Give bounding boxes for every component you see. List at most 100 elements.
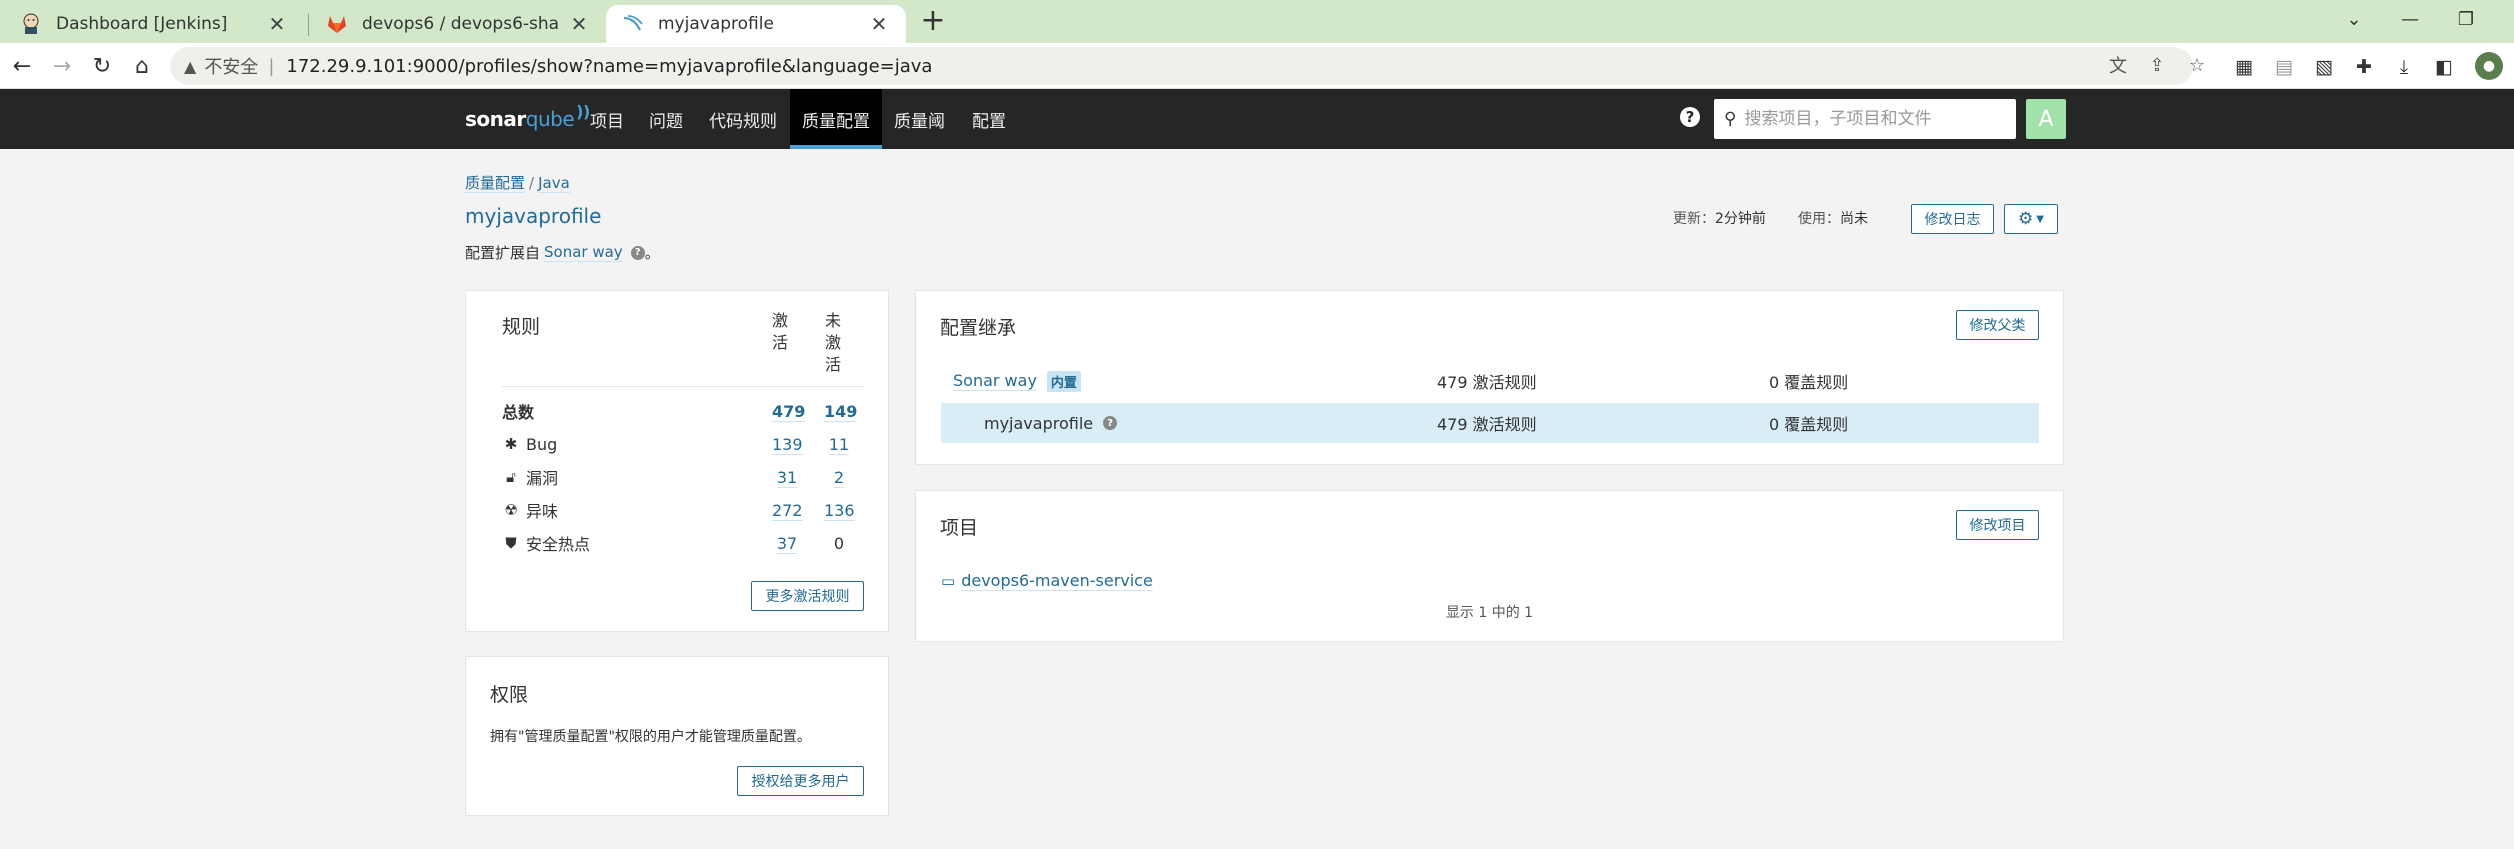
profile-avatar-icon[interactable]: ●	[2475, 52, 2503, 80]
sonarqube-navbar: sonar qube)) 项目 问题 代码规则 质量配置 质量阈 配置	[0, 89, 2514, 149]
vuln-active-link[interactable]: 31	[772, 467, 802, 488]
sidepanel-icon[interactable]: ◧	[2431, 54, 2457, 80]
help-icon[interactable]: ?	[630, 245, 645, 260]
sonar-way-link[interactable]: Sonar way	[953, 371, 1037, 391]
page-title: myjavaprofile	[465, 204, 602, 228]
new-tab-icon[interactable]: +	[916, 6, 950, 40]
inheritance-row-current: myjavaprofile ? 479 激活规则 0 覆盖规则	[941, 403, 2039, 443]
forward-icon[interactable]: →	[46, 50, 78, 82]
builtin-badge: 内置	[1046, 370, 1081, 392]
extension-calendar-icon[interactable]: ▦	[2231, 54, 2257, 80]
hotspot-inactive-value: 0	[833, 533, 845, 553]
close-icon[interactable]: ✕	[266, 12, 288, 36]
bug-inactive-link[interactable]: 11	[824, 434, 854, 455]
extension-badge-icon[interactable]: ▧	[2311, 54, 2337, 80]
grant-permissions-button[interactable]: 授权给更多用户	[737, 766, 864, 796]
smell-inactive-link[interactable]: 136	[824, 500, 855, 521]
browser-tab-gitlab[interactable]: devops6 / devops6-shared-lib ✕	[310, 5, 606, 43]
projects-title: 项目	[940, 517, 979, 539]
rules-title: 规则	[502, 316, 541, 338]
nav-issues[interactable]: 问题	[637, 89, 695, 149]
nav-rules[interactable]: 代码规则	[697, 89, 789, 149]
rules-row-hotspot: ⛊ 安全热点 37 0	[502, 528, 864, 558]
jenkins-icon	[20, 13, 42, 35]
shield-icon: ⛊	[505, 534, 517, 552]
gear-icon: ⚙	[2018, 209, 2034, 229]
address-bar[interactable]: ▲ 不安全 | 172.29.9.101:9000/profiles/show?…	[170, 47, 2193, 85]
insecure-label: 不安全	[204, 57, 259, 78]
activate-more-button[interactable]: 更多激活规则	[751, 581, 864, 611]
bug-active-link[interactable]: 139	[772, 434, 803, 455]
permissions-description: 拥有"管理质量配置"权限的用户才能管理质量配置。	[490, 729, 811, 745]
translate-icon[interactable]: 文	[2104, 51, 2132, 79]
divider: |	[268, 55, 275, 77]
tab-search-icon[interactable]: ⌄	[2326, 0, 2382, 38]
profile-actions-button[interactable]: ⚙ ▼	[2004, 204, 2058, 234]
hotspot-active-link[interactable]: 37	[772, 533, 802, 554]
gitlab-icon	[326, 13, 348, 35]
restore-icon[interactable]: ❐	[2438, 0, 2494, 38]
nav-quality-profiles[interactable]: 质量配置	[790, 89, 882, 149]
bookmark-star-icon[interactable]: ☆	[2183, 51, 2211, 79]
breadcrumb: 质量配置 / Java	[465, 174, 570, 193]
divider	[502, 386, 864, 387]
close-icon[interactable]: ✕	[568, 12, 590, 36]
caret-down-icon: ▼	[2036, 213, 2044, 225]
total-inactive-link[interactable]: 149	[824, 401, 858, 422]
extensions-puzzle-icon[interactable]: ✚	[2351, 54, 2377, 80]
updated-info: 更新：2分钟前	[1673, 211, 1766, 227]
back-icon[interactable]: ←	[6, 50, 38, 82]
user-avatar[interactable]: A	[2026, 99, 2066, 139]
project-icon: ▭	[941, 572, 956, 590]
help-icon[interactable]: ?	[1680, 107, 1700, 127]
rules-row-bug: ✱ Bug 139 11	[502, 429, 864, 459]
rules-col-active: 激 活	[772, 311, 789, 352]
bug-icon: ✱	[504, 435, 518, 453]
change-parent-button[interactable]: 修改父类	[1956, 310, 2039, 340]
warning-icon: ▲	[184, 56, 197, 76]
minimize-icon[interactable]: —	[2382, 0, 2438, 38]
reload-icon[interactable]: ↻	[86, 50, 118, 82]
change-projects-button[interactable]: 修改项目	[1956, 510, 2039, 540]
help-icon[interactable]: ?	[1103, 416, 1118, 430]
nav-administration[interactable]: 配置	[960, 89, 1018, 149]
rules-col-inactive: 未 激 活	[825, 311, 842, 374]
extends-info: 配置扩展自 Sonar way ? 。	[465, 243, 660, 262]
search-input[interactable]	[1744, 109, 1995, 129]
rules-row-total: 总数 479 149	[502, 401, 858, 422]
tab-separator	[308, 14, 309, 36]
total-active-link[interactable]: 479	[772, 401, 806, 422]
lock-icon: 🔓︎	[506, 468, 516, 486]
changelog-button[interactable]: 修改日志	[1911, 204, 1994, 234]
breadcrumb-quality-profiles[interactable]: 质量配置	[465, 174, 526, 193]
permissions-title: 权限	[490, 684, 529, 706]
browser-tab-strip: Dashboard [Jenkins] ✕ devops6 / devops6-…	[0, 0, 2514, 43]
sonarqube-icon	[622, 13, 644, 35]
browser-tab-jenkins[interactable]: Dashboard [Jenkins] ✕	[4, 5, 304, 43]
breadcrumb-language[interactable]: Java	[538, 174, 570, 193]
used-info: 使用：尚未	[1798, 211, 1868, 227]
close-icon[interactable]: ✕	[868, 12, 890, 36]
inheritance-row-parent: Sonar way 内置 479 激活规则 0 覆盖规则	[953, 370, 1849, 392]
rules-row-vulnerability: 🔓︎ 漏洞 31 2	[502, 462, 864, 492]
project-item: ▭ devops6-maven-service	[941, 571, 1153, 591]
extension-disabled-icon[interactable]: ▤	[2271, 54, 2297, 80]
projects-count: 显示 1 中的 1	[1445, 605, 1534, 621]
code-smell-icon: ☢	[504, 501, 518, 519]
smell-active-link[interactable]: 272	[772, 500, 803, 521]
search-icon: ⚲	[1724, 109, 1737, 129]
nav-quality-gates[interactable]: 质量阈	[882, 89, 957, 149]
global-search[interactable]: ⚲	[1714, 99, 2016, 139]
url-text: 172.29.9.101:9000/profiles/show?name=myj…	[286, 55, 933, 77]
vuln-inactive-link[interactable]: 2	[824, 467, 854, 488]
nav-projects[interactable]: 项目	[578, 89, 636, 149]
share-icon[interactable]: ⇪	[2143, 51, 2171, 79]
rules-row-code-smell: ☢ 异味 272 136	[502, 495, 864, 525]
browser-tab-sonarqube[interactable]: myjavaprofile ✕	[606, 5, 906, 43]
browser-toolbar: ← → ↻ ⌂ ▲ 不安全 | 172.29.9.101:9000/profil…	[0, 43, 2514, 89]
project-link[interactable]: devops6-maven-service	[961, 571, 1153, 591]
sonarqube-logo[interactable]: sonar qube))	[465, 102, 590, 134]
home-icon[interactable]: ⌂	[126, 50, 158, 82]
parent-profile-link[interactable]: Sonar way	[544, 243, 623, 262]
download-icon[interactable]: ⤓	[2391, 54, 2417, 80]
